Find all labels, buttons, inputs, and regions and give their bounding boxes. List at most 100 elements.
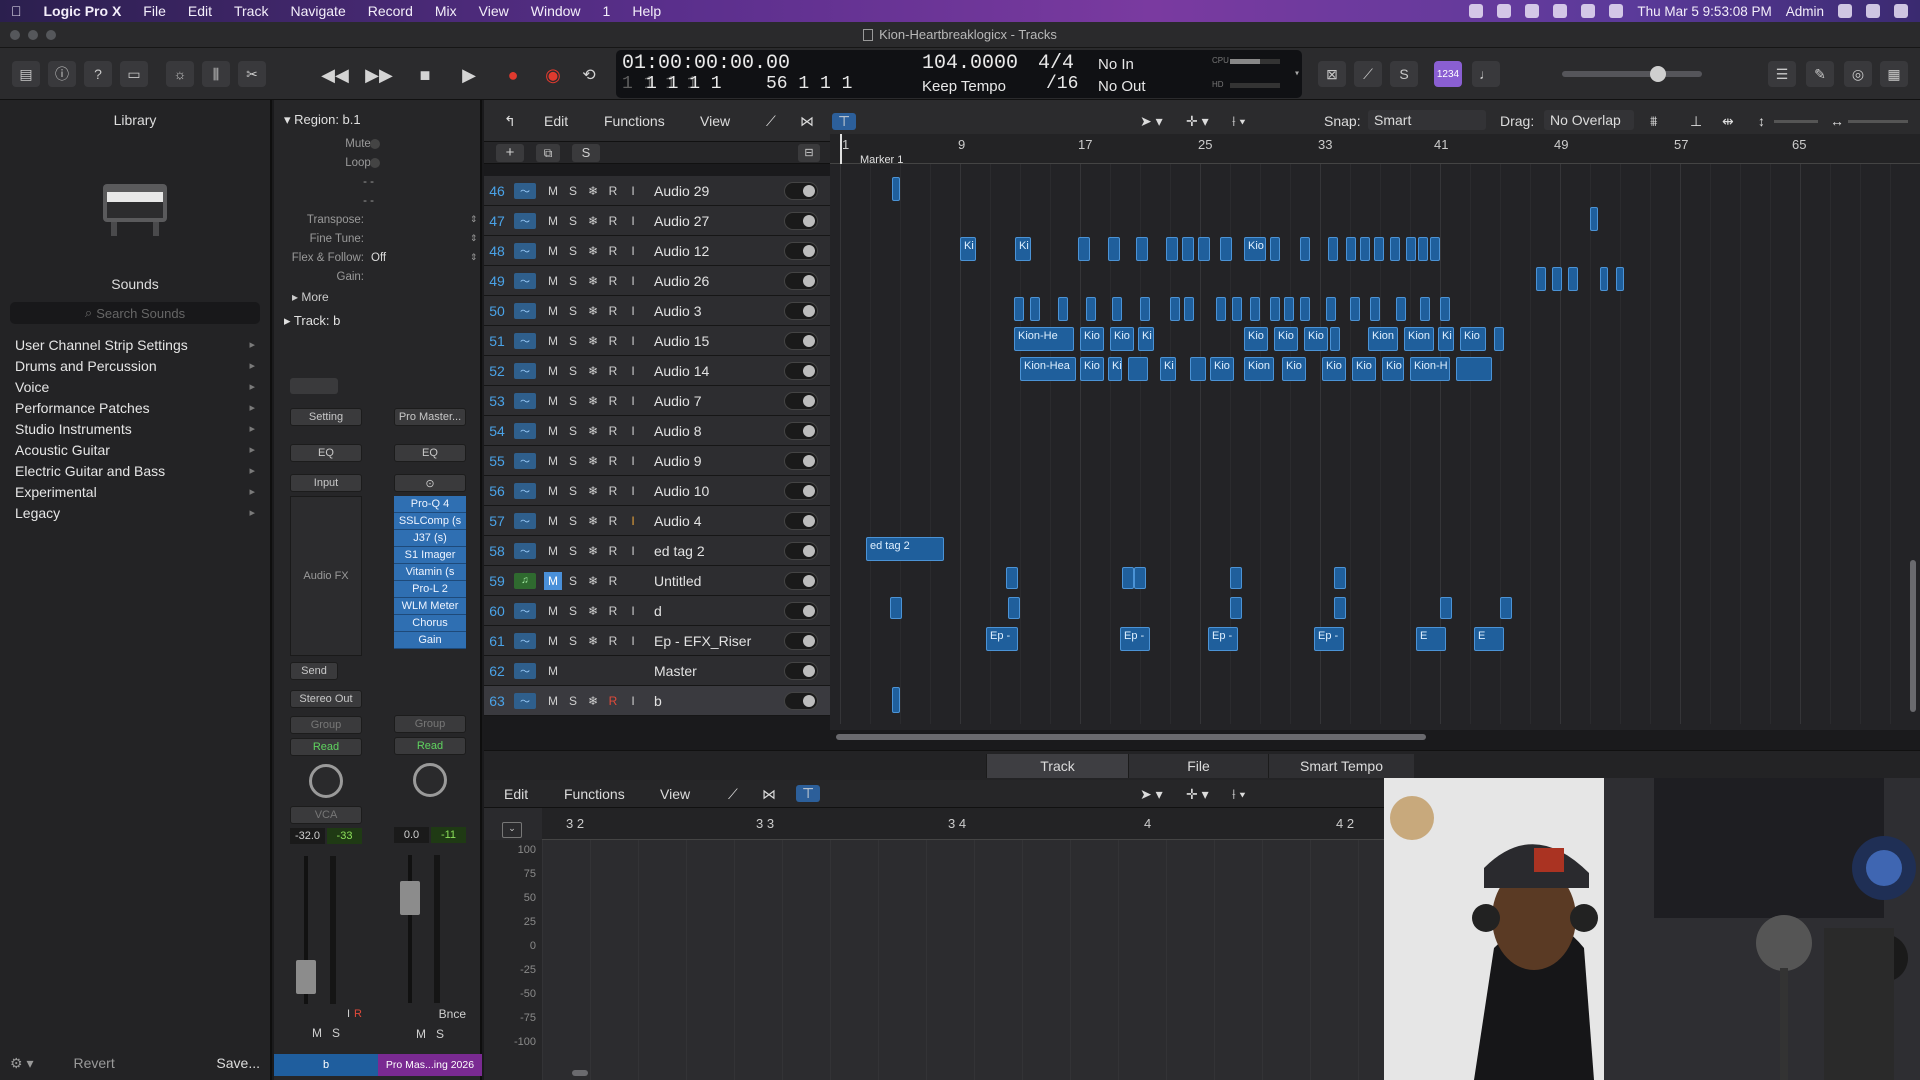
solo-button[interactable]: S xyxy=(564,602,582,620)
flex-icon[interactable]: ⋈ xyxy=(800,113,814,130)
record-enable-button[interactable]: R xyxy=(604,692,622,710)
audio-track-icon[interactable]: 〜 xyxy=(514,662,536,679)
input-monitor-button[interactable]: I xyxy=(624,392,642,410)
freeze-icon[interactable]: ❄ xyxy=(584,692,602,710)
channel-name-right[interactable]: Pro Mas...ing 2026 xyxy=(378,1054,482,1076)
solo-button[interactable]: S xyxy=(564,422,582,440)
solo-button[interactable]: S xyxy=(564,482,582,500)
plugin-slot[interactable]: Pro-L 2 xyxy=(394,581,466,598)
track-header-row[interactable]: 62 〜 M Master xyxy=(484,656,830,686)
bar-ruler[interactable]: 1 9 17 25 33 41 49 57 65 Marker 1 xyxy=(830,134,1920,166)
library-category[interactable]: Voice xyxy=(0,376,270,397)
menu-navigate[interactable]: Navigate xyxy=(279,3,356,19)
audio-region[interactable] xyxy=(1250,297,1260,321)
count-in-1234-button[interactable]: 1234 xyxy=(1434,61,1462,87)
playhead[interactable] xyxy=(840,134,842,164)
flex-follow-stepper[interactable]: ⇕ xyxy=(470,252,478,263)
input-monitor-button[interactable]: I xyxy=(624,512,642,530)
input-monitor-button[interactable]: I xyxy=(624,602,642,620)
input-monitor-button[interactable]: I xyxy=(624,332,642,350)
audio-region[interactable] xyxy=(1500,597,1512,619)
audio-region[interactable]: Kio xyxy=(1080,357,1104,381)
track-header-row[interactable]: 63 〜 M S ❄ R Ib xyxy=(484,686,830,716)
audio-region[interactable] xyxy=(1140,297,1150,321)
audio-region[interactable] xyxy=(1230,597,1242,619)
master-volume-slider[interactable] xyxy=(1562,66,1702,82)
audio-track-icon[interactable]: 〜 xyxy=(514,602,536,619)
gear-icon[interactable]: ⚙ ▾ xyxy=(10,1055,33,1072)
audio-region[interactable] xyxy=(1418,237,1428,261)
cycle-button[interactable]: ⟲ xyxy=(572,62,606,88)
audio-region[interactable] xyxy=(1014,297,1024,321)
catch-icon[interactable]: ⊤ xyxy=(796,785,821,802)
audio-fx-slot[interactable]: Audio FX xyxy=(290,496,362,656)
menu-track[interactable]: Track xyxy=(223,3,279,19)
lcd-display[interactable]: 01:00:00:00.00 1 1 1 1 1 1 1 1 56 1 1 1 … xyxy=(616,50,1302,98)
pan-knob[interactable] xyxy=(309,764,343,798)
global-solo-button[interactable]: S xyxy=(572,144,600,162)
group-button[interactable]: Group xyxy=(394,715,466,733)
solo-button[interactable]: S xyxy=(564,182,582,200)
menu-1[interactable]: 1 xyxy=(592,3,622,19)
editor-ruler[interactable]: 3 2 3 3 3 4 4 4 2 xyxy=(542,808,1384,840)
audio-region[interactable] xyxy=(892,177,900,201)
stop-button[interactable]: ■ xyxy=(408,62,442,88)
audio-region[interactable] xyxy=(1420,297,1430,321)
apple-icon[interactable]:  xyxy=(0,3,33,19)
audio-region[interactable] xyxy=(1108,237,1120,261)
audio-region[interactable] xyxy=(1006,567,1018,589)
audio-track-icon[interactable]: 〜 xyxy=(514,632,536,649)
track-on-off-toggle[interactable] xyxy=(784,241,818,260)
inspector-button[interactable]: ⓘ xyxy=(48,61,76,87)
audio-region[interactable] xyxy=(1198,237,1210,261)
mute-button[interactable]: M xyxy=(544,602,562,620)
track-name[interactable]: Audio 15 xyxy=(654,333,754,349)
audio-track-icon[interactable]: 〜 xyxy=(514,362,536,379)
audio-region[interactable]: Kion xyxy=(1404,327,1434,351)
audio-region[interactable] xyxy=(1078,237,1090,261)
preset-button[interactable]: Pro Master... xyxy=(394,408,466,426)
track-name[interactable]: Audio 26 xyxy=(654,273,754,289)
tab-smart-tempo[interactable]: Smart Tempo xyxy=(1268,754,1414,778)
track-name[interactable]: Audio 12 xyxy=(654,243,754,259)
minimize-window-button[interactable] xyxy=(28,30,38,40)
track-header-row[interactable]: 50 〜 M S ❄ R I Audio 3 xyxy=(484,296,830,326)
record-button[interactable]: ● xyxy=(496,62,530,88)
audio-region[interactable] xyxy=(1494,327,1504,351)
library-category[interactable]: Acoustic Guitar xyxy=(0,439,270,460)
track-on-off-toggle[interactable] xyxy=(784,181,818,200)
library-category[interactable]: Experimental xyxy=(0,481,270,502)
tab-file[interactable]: File xyxy=(1128,754,1268,778)
audio-region[interactable] xyxy=(1166,237,1178,261)
audio-region[interactable] xyxy=(892,687,900,713)
track-on-off-toggle[interactable] xyxy=(784,451,818,470)
solo-button[interactable]: S xyxy=(564,302,582,320)
count-in-button[interactable]: ⊠ xyxy=(1318,61,1346,87)
audio-region[interactable] xyxy=(890,597,902,619)
audio-region[interactable]: Ep - xyxy=(986,627,1018,651)
tab-track[interactable]: Track xyxy=(986,754,1128,778)
record-enable-button[interactable]: R xyxy=(604,182,622,200)
record-enable-button[interactable]: R xyxy=(604,632,622,650)
track-header-row[interactable]: 56 〜 M S ❄ R I Audio 10 xyxy=(484,476,830,506)
solo-button[interactable]: S xyxy=(436,1027,444,1041)
horizontal-zoom-icon[interactable]: ↔ xyxy=(1830,113,1844,129)
horizontal-zoom-slider[interactable] xyxy=(1848,120,1908,123)
audio-track-icon[interactable]: 〜 xyxy=(514,422,536,439)
menu-view[interactable]: View xyxy=(468,3,520,19)
mute-button[interactable]: M xyxy=(544,692,562,710)
view-menu[interactable]: View xyxy=(700,113,730,129)
vca-button[interactable]: VCA xyxy=(290,806,362,824)
audio-region[interactable]: Kio xyxy=(1244,237,1266,261)
add-track-button[interactable]: + xyxy=(496,144,524,162)
audio-track-icon[interactable]: 〜 xyxy=(514,242,536,259)
audio-region[interactable] xyxy=(1216,297,1226,321)
audio-region[interactable] xyxy=(1360,237,1370,261)
loop-checkbox[interactable] xyxy=(370,158,380,168)
solo-button[interactable]: S xyxy=(564,242,582,260)
track-name[interactable]: Untitled xyxy=(654,573,754,589)
smart-controls-button[interactable]: ☼ xyxy=(166,61,194,87)
horizontal-scrollbar[interactable] xyxy=(836,734,1426,740)
audio-region[interactable] xyxy=(1086,297,1096,321)
record-enable-button[interactable]: R xyxy=(604,512,622,530)
